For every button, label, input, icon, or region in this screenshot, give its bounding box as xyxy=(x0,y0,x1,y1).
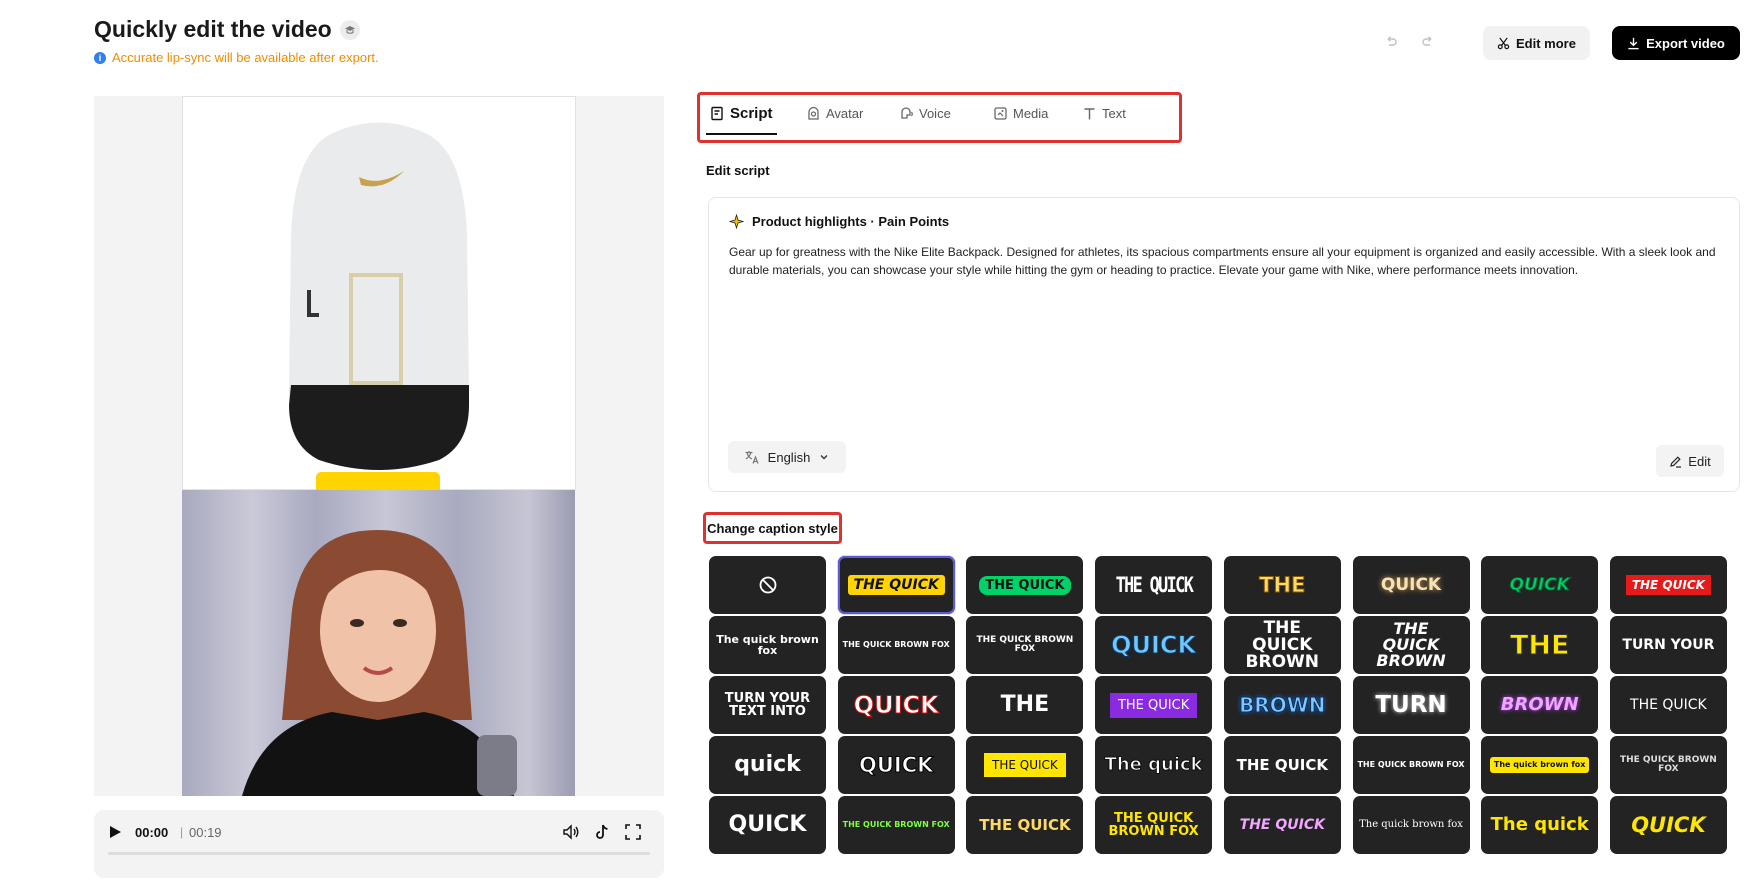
avatar-video[interactable] xyxy=(182,490,575,796)
edit-label: Edit xyxy=(1688,453,1711,469)
caption-style-option[interactable]: THE QUICK BROWN FOX xyxy=(837,616,955,674)
caption-style-grid: THE QUICK THE QUICK THE QUICK THE QUICK … xyxy=(709,556,1739,881)
tab-label: Avatar xyxy=(826,106,864,121)
caption-style-option[interactable]: BROWN xyxy=(1223,676,1341,734)
active-tab-indicator xyxy=(706,133,777,135)
product-image xyxy=(182,96,576,490)
caption-style-option[interactable]: THE QUICK xyxy=(1095,556,1213,614)
graduation-cap-icon[interactable] xyxy=(339,19,360,40)
script-heading-text: Product highlights · Pain Points xyxy=(752,214,950,229)
caption-style-option[interactable]: QUICK xyxy=(1095,616,1213,674)
backpack-image xyxy=(289,122,469,470)
export-label: Export video xyxy=(1646,35,1725,51)
caption-style-option[interactable]: THE QUICK xyxy=(837,556,955,614)
lip-sync-notice: i Accurate lip-sync will be available af… xyxy=(94,50,379,65)
caption-style-option[interactable]: QUICK xyxy=(709,796,826,854)
caption-style-option[interactable]: TURN YOUR TEXT INTO xyxy=(709,676,826,734)
caption-style-option[interactable]: THE QUICK xyxy=(1609,556,1727,614)
caption-style-option[interactable]: QUICK xyxy=(1609,796,1727,854)
caption-style-option[interactable]: QUICK xyxy=(837,676,955,734)
caption-style-option[interactable]: The quick brown fox xyxy=(709,616,826,674)
caption-style-option[interactable]: THE xyxy=(1481,616,1599,674)
caption-style-option[interactable]: THE xyxy=(966,676,1084,734)
caption-style-option[interactable]: The quick brown fox xyxy=(1481,736,1599,794)
translate-icon xyxy=(745,451,759,464)
redo-icon[interactable] xyxy=(1414,28,1442,56)
caption-style-option[interactable]: THE QUICK xyxy=(966,736,1084,794)
undo-icon[interactable] xyxy=(1377,28,1405,56)
caption-style-option[interactable]: THE QUICK BROWN FOX xyxy=(1095,796,1213,854)
caption-style-option[interactable]: THE QUICK BROWN FOX xyxy=(1609,736,1727,794)
fullscreen-icon[interactable] xyxy=(624,823,642,846)
caption-style-option[interactable]: THE QUICK BROWN FOX xyxy=(1352,736,1470,794)
caption-style-option[interactable]: THE QUICK BROWN FOX xyxy=(966,616,1084,674)
avatar-icon xyxy=(808,106,819,120)
playback-progress-bar[interactable] xyxy=(108,852,650,855)
presenter-image xyxy=(242,530,517,796)
change-caption-style-label: Change caption style xyxy=(703,512,842,544)
caption-style-option[interactable]: TURN YOUR xyxy=(1609,616,1727,674)
language-select[interactable]: English xyxy=(728,441,846,473)
caption-style-option[interactable]: TURN xyxy=(1352,676,1470,734)
caption-style-option[interactable]: The quick xyxy=(1095,736,1213,794)
caption-style-none[interactable] xyxy=(709,556,826,614)
voice-icon xyxy=(901,107,913,119)
caption-style-option[interactable]: THE QUICK xyxy=(966,556,1084,614)
sparkle-icon xyxy=(729,214,744,229)
tab-script[interactable]: Script xyxy=(710,105,773,122)
download-icon xyxy=(1628,37,1639,49)
script-heading: Product highlights · Pain Points xyxy=(729,214,949,229)
text-icon xyxy=(1084,108,1095,120)
info-icon: i xyxy=(94,51,106,64)
caption-style-option[interactable]: THE xyxy=(1223,556,1341,614)
edit-script-label: Edit script xyxy=(706,163,770,178)
tab-voice[interactable]: Voice xyxy=(899,106,951,121)
script-icon xyxy=(711,106,723,121)
tab-label: Media xyxy=(1013,106,1049,121)
export-video-button[interactable]: Export video xyxy=(1612,26,1740,60)
tab-text[interactable]: Text xyxy=(1082,106,1126,121)
caption-style-option[interactable]: THE QUICK xyxy=(1609,676,1727,734)
chevron-down-icon xyxy=(820,455,828,460)
caption-style-option[interactable]: quick xyxy=(709,736,826,794)
caption-style-option[interactable]: The quick brown fox xyxy=(1352,796,1470,854)
caption-style-option[interactable]: THE QUICK BROWN xyxy=(1223,616,1341,674)
time-separator: | xyxy=(180,825,184,839)
tab-label: Text xyxy=(1102,106,1126,121)
page-title-text: Quickly edit the video xyxy=(94,16,332,42)
media-icon xyxy=(994,107,1007,120)
tab-label: Voice xyxy=(919,106,951,121)
caption-style-option[interactable]: THE QUICK xyxy=(966,796,1084,854)
caption-style-option[interactable]: QUICK xyxy=(1352,556,1470,614)
caption-style-option[interactable]: QUICK xyxy=(837,736,955,794)
caption-style-option[interactable]: The quick xyxy=(1481,796,1599,854)
scissors-icon xyxy=(1497,37,1510,49)
pencil-icon xyxy=(1670,455,1682,468)
language-label: English xyxy=(767,449,811,465)
notice-text: Accurate lip-sync will be available afte… xyxy=(112,50,379,65)
script-edit-button[interactable]: Edit xyxy=(1656,445,1724,477)
total-time: 00:19 xyxy=(189,825,222,840)
caption-style-option[interactable]: THE QUICK xyxy=(1223,736,1341,794)
script-editor-box[interactable] xyxy=(708,197,1740,492)
no-caption-icon xyxy=(759,576,776,594)
caption-style-option[interactable]: QUICK xyxy=(1481,556,1599,614)
caption-style-option[interactable]: THE QUICK BROWN xyxy=(1352,616,1470,674)
caption-style-option[interactable]: THE QUICK BROWN FOX xyxy=(837,796,955,854)
edit-more-label: Edit more xyxy=(1516,35,1576,51)
caption-style-option[interactable]: THE QUICK xyxy=(1095,676,1213,734)
tab-label: Script xyxy=(730,105,773,122)
current-time: 00:00 xyxy=(135,825,169,840)
caption-style-option[interactable]: BROWN xyxy=(1481,676,1599,734)
caption-style-option[interactable]: THE QUICK xyxy=(1223,796,1341,854)
script-text[interactable]: Gear up for greatness with the Nike Elit… xyxy=(729,243,1721,279)
tiktok-icon[interactable] xyxy=(593,823,611,846)
edit-more-button[interactable]: Edit more xyxy=(1483,26,1590,60)
play-icon[interactable] xyxy=(107,824,125,842)
tab-avatar[interactable]: Avatar xyxy=(806,106,863,121)
page-title: Quickly edit the video xyxy=(94,16,360,43)
tab-media[interactable]: Media xyxy=(993,106,1048,121)
volume-icon[interactable] xyxy=(562,823,580,846)
